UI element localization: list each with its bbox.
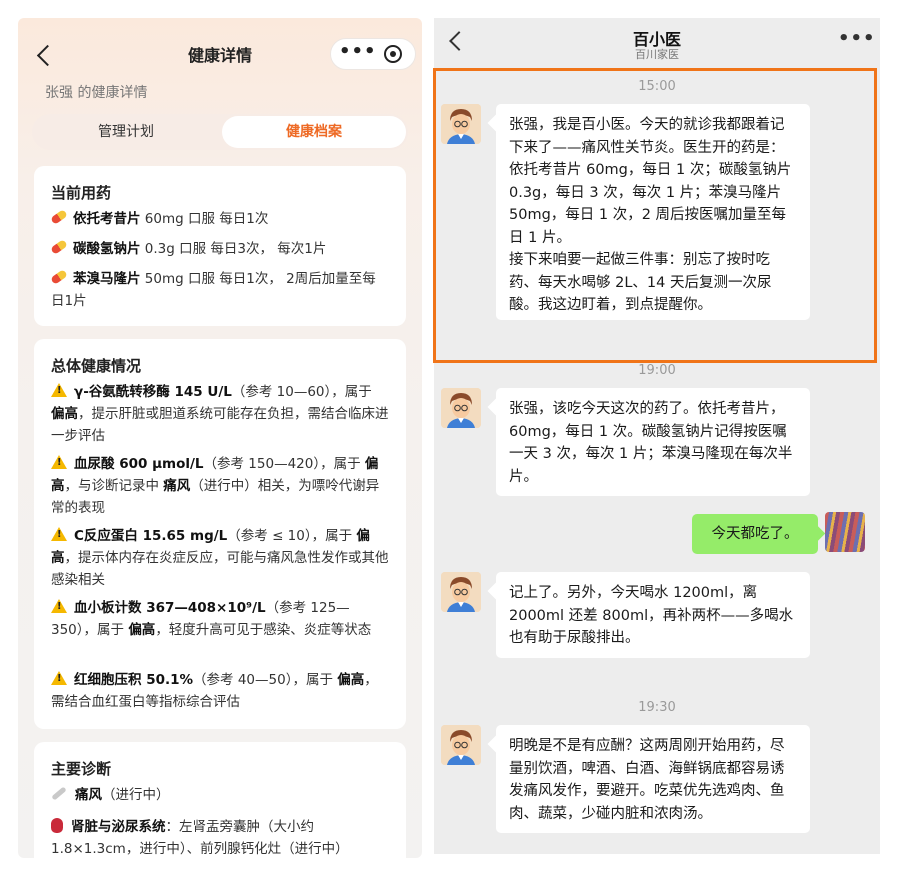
lab-result-item: 血尿酸 600 μmol/L（参考 150—420），属于 偏高，与诊断记录中 … [51, 453, 389, 519]
patient-subtitle: 张强 的健康详情 [45, 85, 148, 101]
lab-result-item: C反应蛋白 15.65 mg/L（参考 ≤ 10），属于 偏高，提示体内存在炎症… [51, 525, 389, 591]
warning-icon [51, 383, 67, 397]
pill-icon [50, 269, 68, 285]
lab-reference: （参考 ≤ 10），属于 [227, 528, 357, 544]
lab-name: 血小板计数 367—408×10⁹/L [74, 600, 266, 616]
lab-reference: （参考 10—60），属于 [231, 384, 372, 400]
medication-item: 碳酸氢钠片 0.3g 口服 每日3次， 每次1片 [50, 238, 389, 260]
medication-detail: 0.3g 口服 每日3次， 每次1片 [140, 241, 327, 257]
pill-icon [50, 239, 68, 255]
message-timestamp: 19:30 [638, 700, 676, 715]
assistant-avatar[interactable] [441, 388, 481, 428]
lab-note: ，提示肝脏或胆道系统可能存在负担，需结合临床进一步评估 [51, 406, 389, 444]
warning-icon [51, 527, 67, 541]
warning-icon [51, 599, 67, 613]
chat-subtitle: 百川家医 [635, 48, 679, 61]
diagnosis-title: 主要诊断 [51, 760, 112, 778]
lab-reference: （参考 40—50），属于 [193, 672, 338, 688]
close-mini-program-icon[interactable] [384, 45, 402, 63]
medications-title: 当前用药 [51, 184, 112, 202]
mini-program-capsule: ••• [330, 38, 416, 70]
health-overview-title: 总体健康情况 [51, 357, 142, 375]
more-options-icon[interactable]: ••• [339, 39, 376, 69]
more-options-icon[interactable]: ••• [838, 28, 876, 49]
lab-name: γ-谷氨酰转移酶 145 U/L [74, 384, 232, 400]
tab-health-records[interactable]: 健康档案 [222, 116, 406, 148]
diagnosis-item: 肾脏与泌尿系统：左肾盂旁囊肿（大小约 1.8×1.3cm，进行中）、前列腺钙化灶… [51, 816, 389, 858]
warning-icon [51, 671, 67, 685]
medication-item: 苯溴马隆片 50mg 口服 每日1次， 2周后加量至每日1片 [50, 268, 389, 312]
diagnosis-detail: （进行中） [102, 787, 170, 803]
assistant-avatar[interactable] [441, 725, 481, 765]
health-overview-card: 总体健康情况 γ-谷氨酰转移酶 145 U/L（参考 10—60），属于 偏高，… [34, 339, 406, 729]
medication-name: 碳酸氢钠片 [73, 241, 141, 257]
diagnosis-item: 痛风（进行中） [51, 784, 389, 806]
kidney-icon [51, 817, 63, 833]
lab-flag: 偏高 [128, 622, 156, 638]
lab-note: ，轻度升高可见于感染、炎症等状态 [155, 622, 372, 638]
diagnosis-name: 肾脏与泌尿系统 [71, 819, 166, 835]
assistant-message: 张强，该吃今天这次的药了。依托考昔片，60mg，每日 1 次。碳酸氢钠片记得按医… [496, 388, 810, 496]
message-timestamp: 19:00 [638, 363, 676, 378]
diagnosis-name: 痛风 [75, 787, 102, 803]
lab-diagnosis: 痛风 [163, 478, 191, 494]
diagnosis-card: 主要诊断 痛风（进行中） 肾脏与泌尿系统：左肾盂旁囊肿（大小约 1.8×1.3c… [34, 742, 406, 858]
lab-name: 血尿酸 600 μmol/L [74, 456, 204, 472]
lab-note: ，提示体内存在炎症反应，可能与痛风急性发作或其他感染相关 [51, 550, 389, 588]
tab-bar: 管理计划 健康档案 [32, 114, 408, 150]
health-detail-panel: 健康详情 ••• 张强 的健康详情 管理计划 健康档案 当前用药 依托考昔片 6… [18, 18, 422, 858]
lab-note: ，与诊断记录中 [64, 478, 164, 494]
user-avatar[interactable] [825, 512, 865, 552]
warning-icon [51, 455, 67, 469]
user-message: 今天都吃了。 [692, 514, 818, 554]
medication-name: 依托考昔片 [73, 211, 141, 227]
assistant-message: 记上了。另外，今天喝水 1200ml，离 2000ml 还差 800ml，再补两… [496, 572, 810, 658]
lab-result-item: 红细胞压积 50.1%（参考 40—50），属于 偏高，需结合血红蛋白等指标综合… [51, 669, 389, 713]
medication-item: 依托考昔片 60mg 口服 每日1次 [50, 208, 389, 230]
medication-detail: 60mg 口服 每日1次 [140, 211, 269, 227]
assistant-avatar[interactable] [441, 572, 481, 612]
lab-reference: （参考 150—420），属于 [203, 456, 365, 472]
message-timestamp: 15:00 [638, 79, 676, 94]
assistant-message: 明晚是不是有应酬？这两周刚开始用药，尽量别饮酒，啤酒、白酒、海鲜锅底都容易诱发痛… [496, 725, 810, 833]
lab-result-item: 血小板计数 367—408×10⁹/L（参考 125—350），属于 偏高，轻度… [51, 597, 389, 641]
assistant-message: 张强，我是百小医。今天的就诊我都跟着记下来了——痛风性关节炎。医生开的药是：依托… [496, 104, 810, 320]
lab-flag: 偏高 [337, 672, 365, 688]
lab-name: 红细胞压积 50.1% [74, 672, 194, 688]
lab-flag: 偏高 [51, 406, 78, 422]
health-detail-header: 健康详情 ••• [18, 18, 422, 84]
bone-icon [51, 785, 67, 801]
chat-panel: 百小医 百川家医 ••• 15:00 张强，我是百小医。今天的就诊我都跟着记下来… [434, 18, 880, 854]
lab-name: C反应蛋白 15.65 mg/L [74, 528, 228, 544]
medication-name: 苯溴马隆片 [73, 271, 141, 287]
assistant-avatar[interactable] [441, 104, 481, 144]
lab-result-item: γ-谷氨酰转移酶 145 U/L（参考 10—60），属于 偏高，提示肝脏或胆道… [51, 381, 389, 447]
medications-card: 当前用药 依托考昔片 60mg 口服 每日1次 碳酸氢钠片 0.3g 口服 每日… [34, 166, 406, 326]
tab-management-plan[interactable]: 管理计划 [32, 114, 220, 150]
pill-icon [50, 209, 68, 225]
chat-header: 百小医 百川家医 ••• [434, 18, 880, 70]
